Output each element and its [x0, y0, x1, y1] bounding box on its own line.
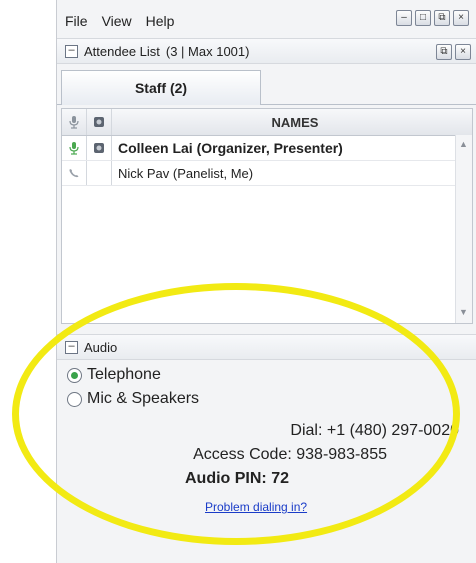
attendee-table: NAMES Colleen Lai (Organizer, Presenter) — [61, 108, 473, 324]
webcam-icon — [94, 117, 104, 127]
access-code-value: 938-983-855 — [296, 446, 387, 463]
window-controls: – □ ⧉ × — [396, 10, 469, 26]
webcam-column-header[interactable] — [87, 109, 112, 135]
access-code-line: Access Code: 938-983-855 — [193, 446, 387, 464]
webcam-status-cell — [87, 161, 112, 185]
mic-speakers-label: Mic & Speakers — [87, 390, 200, 407]
menu-file[interactable]: File — [65, 13, 88, 29]
scroll-down-icon[interactable]: ▼ — [459, 307, 468, 317]
table-header: NAMES — [62, 109, 472, 136]
gotowebinar-control-panel: File View Help – □ ⧉ × – Attendee List (… — [56, 0, 476, 563]
restore-icon[interactable]: □ — [415, 10, 431, 26]
attendee-controls: ⧉ × — [436, 44, 471, 60]
menu-bar: File View Help – □ ⧉ × — [65, 8, 469, 34]
dial-number-line: Dial: +1 (480) 297-0020 — [290, 422, 459, 440]
phone-icon — [69, 169, 79, 178]
audio-column-header[interactable] — [62, 109, 87, 135]
audio-pin: Audio PIN: 72 — [184, 470, 289, 487]
attendee-name: Colleen Lai (Organizer, Presenter) — [118, 140, 343, 156]
problem-dialing-link[interactable]: Problem dialing in? — [205, 500, 307, 514]
close-icon[interactable]: × — [453, 10, 469, 26]
dial-number: +1 (480) 297-0020 — [326, 422, 459, 439]
mic-speakers-option[interactable]: Mic & Speakers — [67, 390, 199, 408]
telephone-option[interactable]: Telephone — [67, 366, 161, 384]
radio-selected-icon[interactable] — [67, 367, 82, 383]
access-code-label: Access Code: — [193, 446, 292, 463]
microphone-icon — [69, 116, 79, 129]
popout-icon[interactable]: ⧉ — [436, 44, 452, 60]
microphone-icon — [69, 142, 79, 155]
dial-label: Dial: — [290, 422, 323, 439]
tab-staff[interactable]: Staff (2) — [61, 70, 261, 105]
scroll-up-icon[interactable]: ▲ — [459, 139, 468, 149]
names-column-header[interactable]: NAMES — [112, 109, 472, 135]
dial-in-info: Dial: +1 (480) 297-0020 Access Code: 938… — [57, 414, 476, 563]
radio-unselected-icon[interactable] — [67, 391, 82, 407]
menu-view[interactable]: View — [102, 13, 132, 29]
attendee-list-title: Attendee List — [84, 43, 160, 59]
attendee-list-header[interactable]: – Attendee List (3 | Max 1001) ⧉ × — [57, 38, 476, 64]
audio-status-cell — [62, 136, 87, 160]
menu-help[interactable]: Help — [146, 13, 175, 29]
close-icon[interactable]: × — [455, 44, 471, 60]
tab-strip: Staff (2) — [57, 66, 476, 105]
audio-section-title: Audio — [84, 339, 118, 355]
attendee-name: Nick Pav (Panelist, Me) — [118, 165, 254, 181]
telephone-label: Telephone — [87, 366, 161, 383]
collapse-icon[interactable]: – — [65, 44, 78, 58]
popout-icon[interactable]: ⧉ — [434, 10, 450, 26]
minimize-icon[interactable]: – — [396, 10, 412, 26]
attendee-count: (3 | Max 1001) — [165, 43, 250, 59]
table-row[interactable]: Nick Pav (Panelist, Me) — [62, 161, 472, 186]
webcam-icon — [94, 143, 104, 153]
table-row[interactable]: Colleen Lai (Organizer, Presenter) — [62, 136, 472, 161]
webcam-status-cell — [87, 136, 112, 160]
attendee-scrollbar[interactable]: ▲ ▼ — [455, 135, 472, 323]
audio-status-cell — [62, 161, 87, 185]
audio-section-header[interactable]: – Audio — [57, 334, 476, 360]
collapse-icon[interactable]: – — [65, 340, 78, 354]
